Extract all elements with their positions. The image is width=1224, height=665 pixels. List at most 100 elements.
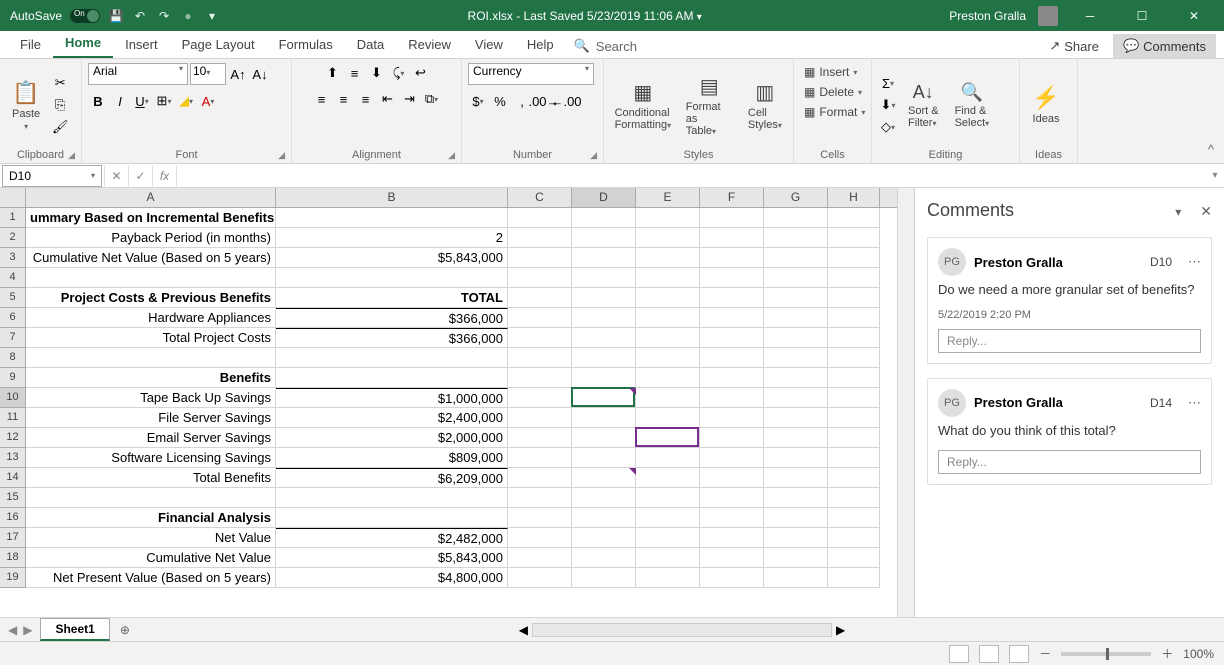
cell-B4[interactable] (276, 268, 508, 288)
clear-icon[interactable]: ◇▾ (878, 117, 898, 137)
cell-C5[interactable] (508, 288, 572, 308)
row-header[interactable]: 11 (0, 408, 26, 428)
decrease-indent-icon[interactable]: ⇤ (378, 89, 398, 109)
cell-G3[interactable] (764, 248, 828, 268)
cell-B16[interactable] (276, 508, 508, 528)
cell-B5[interactable]: TOTAL (276, 288, 508, 308)
cell-H7[interactable] (828, 328, 880, 348)
cell-F10[interactable] (700, 388, 764, 408)
font-color-button[interactable]: A▾ (198, 91, 218, 111)
paste-button[interactable]: 📋 Paste▾ (6, 78, 46, 133)
row-header[interactable]: 19 (0, 568, 26, 588)
cell-B1[interactable] (276, 208, 508, 228)
font-size-select[interactable]: 10▾ (190, 63, 226, 85)
cell-D2[interactable] (572, 228, 636, 248)
cell-C18[interactable] (508, 548, 572, 568)
cell-C4[interactable] (508, 268, 572, 288)
accounting-format-icon[interactable]: $▾ (468, 91, 488, 111)
cell-H3[interactable] (828, 248, 880, 268)
cell-E2[interactable] (636, 228, 700, 248)
cell-H18[interactable] (828, 548, 880, 568)
cell-A19[interactable]: Net Present Value (Based on 5 years) (26, 568, 276, 588)
align-middle-icon[interactable]: ≡ (345, 63, 365, 83)
col-header-b[interactable]: B (276, 188, 508, 207)
tab-formulas[interactable]: Formulas (267, 31, 345, 58)
cell-H1[interactable] (828, 208, 880, 228)
comment-more-icon[interactable]: ⋯ (1188, 395, 1201, 411)
cell-G2[interactable] (764, 228, 828, 248)
cell-E15[interactable] (636, 488, 700, 508)
add-sheet-button[interactable]: ⊕ (110, 623, 140, 637)
cell-F9[interactable] (700, 368, 764, 388)
cell-B3[interactable]: $5,843,000 (276, 248, 508, 268)
cell-F8[interactable] (700, 348, 764, 368)
cell-F5[interactable] (700, 288, 764, 308)
row-header[interactable]: 13 (0, 448, 26, 468)
page-break-view-button[interactable] (1009, 645, 1029, 663)
tab-view[interactable]: View (463, 31, 515, 58)
cell-F14[interactable] (700, 468, 764, 488)
cell-A15[interactable] (26, 488, 276, 508)
cell-D12[interactable] (572, 428, 636, 448)
cell-B18[interactable]: $5,843,000 (276, 548, 508, 568)
fx-button[interactable]: fx (152, 165, 176, 187)
cell-D11[interactable] (572, 408, 636, 428)
number-format-select[interactable]: Currency▾ (468, 63, 594, 85)
format-cells-button[interactable]: ▦Format▾ (800, 103, 869, 121)
sort-filter-button[interactable]: A↓Sort &Filter▾ (902, 80, 945, 131)
cell-G12[interactable] (764, 428, 828, 448)
col-header-e[interactable]: E (636, 188, 700, 207)
row-header[interactable]: 14 (0, 468, 26, 488)
cell-G13[interactable] (764, 448, 828, 468)
close-button[interactable]: ✕ (1174, 1, 1214, 31)
comment-indicator-icon[interactable] (629, 388, 636, 395)
qat-more-icon[interactable]: ● (180, 8, 196, 24)
cell-H8[interactable] (828, 348, 880, 368)
row-header[interactable]: 7 (0, 328, 26, 348)
tab-data[interactable]: Data (345, 31, 396, 58)
cell-H5[interactable] (828, 288, 880, 308)
tell-me-search[interactable]: 🔍 Search (566, 34, 645, 58)
cell-E8[interactable] (636, 348, 700, 368)
fill-icon[interactable]: ⬇▾ (878, 95, 898, 115)
cancel-formula-icon[interactable]: ✕ (104, 165, 128, 187)
cell-G16[interactable] (764, 508, 828, 528)
cell-A4[interactable] (26, 268, 276, 288)
cell-B7[interactable]: $366,000 (276, 328, 508, 348)
cell-E19[interactable] (636, 568, 700, 588)
user-avatar[interactable] (1038, 6, 1058, 26)
align-left-icon[interactable]: ≡ (312, 89, 332, 109)
increase-font-icon[interactable]: A↑ (228, 64, 248, 84)
qat-customize-icon[interactable]: ▾ (204, 8, 220, 24)
cell-E5[interactable] (636, 288, 700, 308)
cell-G7[interactable] (764, 328, 828, 348)
border-button[interactable]: ⊞▾ (154, 91, 174, 111)
cell-G19[interactable] (764, 568, 828, 588)
comment-cell-ref[interactable]: D10 (1150, 255, 1172, 269)
cell-F19[interactable] (700, 568, 764, 588)
cell-F15[interactable] (700, 488, 764, 508)
cell-E13[interactable] (636, 448, 700, 468)
cell-E4[interactable] (636, 268, 700, 288)
format-painter-icon[interactable]: 🖌 (50, 117, 70, 137)
zoom-slider[interactable] (1061, 652, 1151, 656)
comment-cell-ref[interactable]: D14 (1150, 396, 1172, 410)
cell-E6[interactable] (636, 308, 700, 328)
share-button[interactable]: ↗Share (1039, 34, 1109, 58)
bold-button[interactable]: B (88, 91, 108, 111)
tab-help[interactable]: Help (515, 31, 566, 58)
page-layout-view-button[interactable] (979, 645, 999, 663)
align-center-icon[interactable]: ≡ (334, 89, 354, 109)
row-header[interactable]: 2 (0, 228, 26, 248)
save-icon[interactable]: 💾 (108, 8, 124, 24)
cell-D17[interactable] (572, 528, 636, 548)
cell-E16[interactable] (636, 508, 700, 528)
find-select-button[interactable]: 🔍Find &Select▾ (949, 80, 996, 131)
vertical-scrollbar[interactable] (897, 188, 914, 617)
cell-A5[interactable]: Project Costs & Previous Benefits (26, 288, 276, 308)
cell-F16[interactable] (700, 508, 764, 528)
comment-card[interactable]: PGPreston GrallaD10⋯Do we need a more gr… (927, 237, 1212, 364)
cell-E18[interactable] (636, 548, 700, 568)
cell-D7[interactable] (572, 328, 636, 348)
percent-format-icon[interactable]: % (490, 91, 510, 111)
